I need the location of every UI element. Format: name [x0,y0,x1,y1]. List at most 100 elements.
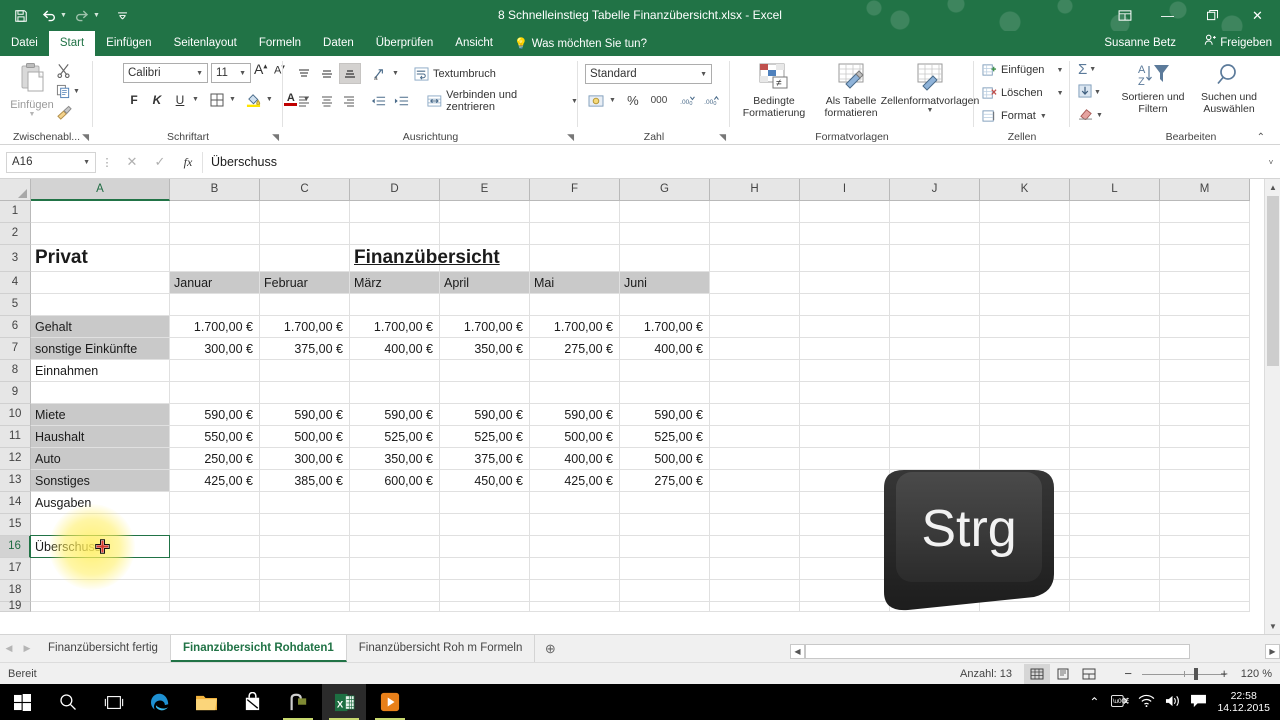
cell-L13[interactable] [1070,470,1160,492]
cell-G13[interactable]: 275,00 € [620,470,710,492]
cell-G9[interactable] [620,382,710,404]
cell-C7[interactable]: 375,00 € [260,338,350,360]
cell-K11[interactable] [980,426,1070,448]
cell-A12[interactable]: Auto [31,448,170,470]
prev-sheet-button[interactable]: ◀ [0,643,18,654]
cell-H1[interactable] [710,201,800,223]
borders-dropdown-icon[interactable]: ▼ [229,96,236,103]
align-top-button[interactable] [293,63,315,84]
cell-H13[interactable] [710,470,800,492]
cell-A5[interactable] [31,294,170,316]
cell-M3[interactable] [1160,245,1250,272]
cell-I15[interactable] [800,514,890,536]
cell-C2[interactable] [260,223,350,245]
cell-E2[interactable] [440,223,530,245]
cell-M14[interactable] [1160,492,1250,514]
view-normal-button[interactable] [1024,663,1050,684]
cell-G4[interactable]: Juni [620,272,710,294]
account-name[interactable]: Susanne Betz [1104,31,1176,56]
cell-I6[interactable] [800,316,890,338]
cell-styles-button[interactable]: Zellenformatvorlagen ▼ [881,62,979,114]
cell-A6[interactable]: Gehalt [31,316,170,338]
cell-L2[interactable] [1070,223,1160,245]
cell-C14[interactable] [260,492,350,514]
cell-D11[interactable]: 525,00 € [350,426,440,448]
cell-G2[interactable] [620,223,710,245]
cell-B10[interactable]: 590,00 € [170,404,260,426]
cell-J3[interactable] [890,245,980,272]
autosum-dropdown-icon[interactable]: ▼ [1089,66,1096,73]
cell-C12[interactable]: 300,00 € [260,448,350,470]
cell-G11[interactable]: 525,00 € [620,426,710,448]
cell-A15[interactable] [31,514,170,536]
cell-F6[interactable]: 1.700,00 € [530,316,620,338]
cell-B17[interactable] [170,558,260,580]
cell-J10[interactable] [890,404,980,426]
delete-dropdown-icon[interactable]: ▼ [1057,90,1064,97]
insert-function-button[interactable]: fx [174,155,202,170]
cell-H8[interactable] [710,360,800,382]
row-header-10[interactable]: 10 [0,404,31,426]
italic-button[interactable]: K [146,89,168,110]
fill-dropdown-icon[interactable]: ▼ [1094,89,1101,96]
cell-I10[interactable] [800,404,890,426]
cell-G15[interactable] [620,514,710,536]
delete-cells-button[interactable]: Löschen ▼ [982,86,1064,100]
cell-L11[interactable] [1070,426,1160,448]
increase-decimal-button[interactable]: .00 0 [678,90,700,111]
cell-A4[interactable] [31,272,170,294]
cell-D6[interactable]: 1.700,00 € [350,316,440,338]
cell-L10[interactable] [1070,404,1160,426]
cell-B15[interactable] [170,514,260,536]
collapse-ribbon-button[interactable]: ⌃ [1257,132,1265,143]
format-dropdown-icon[interactable]: ▼ [1040,113,1047,120]
cell-M12[interactable] [1160,448,1250,470]
minimize-button[interactable]: — [1145,0,1190,31]
cell-M17[interactable] [1160,558,1250,580]
cell-A11[interactable]: Haushalt [31,426,170,448]
conditional-formatting-button[interactable]: ≠ Bedingte Formatierung [738,62,810,119]
cell-D10[interactable]: 590,00 € [350,404,440,426]
cell-I16[interactable] [800,536,890,558]
cell-B8[interactable] [170,360,260,382]
cell-F4[interactable]: Mai [530,272,620,294]
sheet-tab-finanzuebersicht-rohdaten1[interactable]: Finanzübersicht Rohdaten1 [170,635,347,662]
increase-font-size-button[interactable]: A▴ [254,61,267,77]
store-icon[interactable] [230,684,274,720]
cell-F13[interactable]: 425,00 € [530,470,620,492]
cell-M2[interactable] [1160,223,1250,245]
column-header-a[interactable]: A [31,179,170,201]
cell-E4[interactable]: April [440,272,530,294]
cell-M6[interactable] [1160,316,1250,338]
cell-B3[interactable] [170,245,260,272]
row-header-15[interactable]: 15 [0,514,31,536]
cell-H17[interactable] [710,558,800,580]
scroll-down-button[interactable]: ▼ [1265,618,1280,634]
cell-L17[interactable] [1070,558,1160,580]
column-header-i[interactable]: I [800,179,890,201]
cell-D4[interactable]: März [350,272,440,294]
ribbon-tab-ueberpruefen[interactable]: Überprüfen [365,31,445,56]
orientation-dropdown-icon[interactable]: ▼ [392,70,399,77]
view-page-break-button[interactable] [1076,664,1102,684]
cell-B6[interactable]: 1.700,00 € [170,316,260,338]
sheet-tab-finanzuebersicht-roh-m-formeln[interactable]: Finanzübersicht Roh m Formeln [347,635,536,662]
row-header-7[interactable]: 7 [0,338,31,360]
cell-I7[interactable] [800,338,890,360]
align-bottom-button[interactable] [339,63,361,84]
decrease-indent-button[interactable] [368,91,390,112]
cell-M11[interactable] [1160,426,1250,448]
cell-D17[interactable] [350,558,440,580]
cell-E5[interactable] [440,294,530,316]
paste-button[interactable]: Einfügen ▼ [6,62,58,118]
cell-B16[interactable] [170,536,260,558]
column-header-d[interactable]: D [350,179,440,201]
camtasia-icon[interactable] [276,684,320,720]
alignment-dialog-launcher[interactable]: ◥ [567,132,574,143]
format-cells-button[interactable]: Format ▼ [982,109,1047,123]
cell-B14[interactable] [170,492,260,514]
cell-K8[interactable] [980,360,1070,382]
ribbon-tab-seitenlayout[interactable]: Seitenlayout [163,31,248,56]
accounting-format-button[interactable] [585,90,607,111]
cell-F18[interactable] [530,580,620,602]
